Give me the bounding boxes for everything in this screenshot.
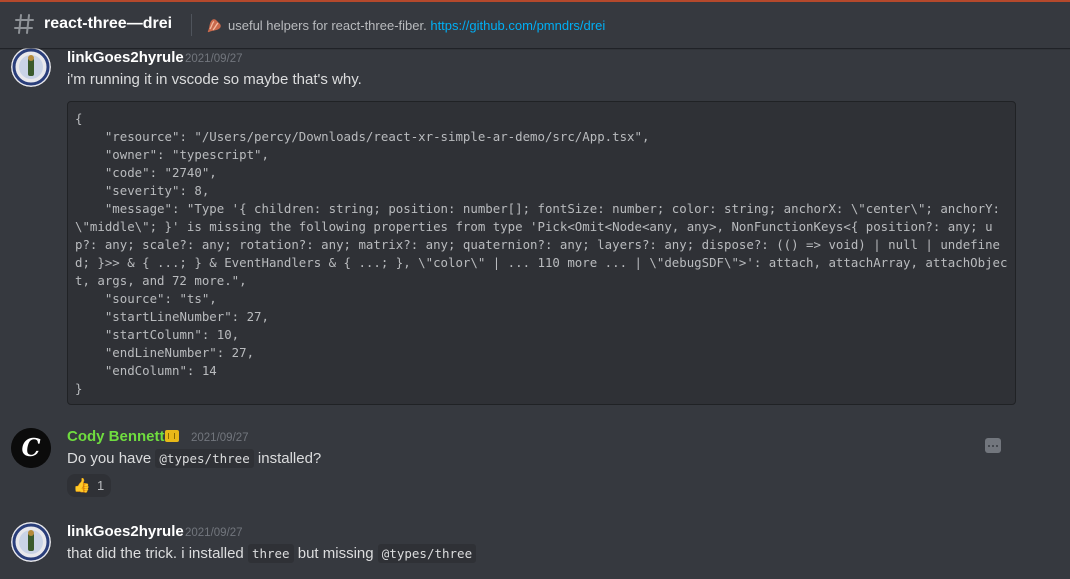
topic-text: useful helpers for react-three-fiber.	[228, 18, 427, 33]
topic-link[interactable]: https://github.com/pmndrs/drei	[430, 18, 605, 33]
inline-code: three	[247, 544, 294, 563]
svg-text:C: C	[21, 433, 40, 462]
reaction-thumbs-up[interactable]: 👍 1	[67, 474, 111, 497]
text-segment: installed?	[257, 450, 322, 467]
seal-avatar-icon	[11, 522, 51, 562]
avatar[interactable]: C	[11, 428, 51, 468]
thumbs-up-icon: 👍	[73, 477, 91, 493]
reaction-count: 1	[97, 478, 105, 493]
username[interactable]: linkGoes2hyrule	[67, 523, 184, 540]
username[interactable]: linkGoes2hyrule	[67, 49, 184, 66]
more-options-icon[interactable]	[985, 438, 1001, 453]
channel-name: react-three—drei	[44, 15, 173, 32]
timestamp: 2021/09/27	[191, 432, 249, 444]
avatar[interactable]	[11, 522, 51, 562]
username[interactable]: Cody Bennett	[67, 428, 165, 445]
header-divider	[191, 14, 192, 36]
inline-code: @types/three	[155, 449, 254, 468]
avatar[interactable]	[11, 47, 51, 87]
text-segment: that did the trick. i installed	[67, 545, 244, 562]
channel-hash-icon	[14, 14, 34, 34]
gothic-t-avatar-icon: C	[11, 428, 51, 468]
message-text: i'm running it in vscode so maybe that's…	[67, 71, 362, 88]
seal-avatar-icon	[11, 47, 51, 87]
text-segment: but missing	[297, 545, 374, 562]
bacon-emoji-icon	[207, 19, 221, 33]
timestamp: 2021/09/27	[185, 527, 243, 539]
message-text: that did the trick. i installed three bu…	[67, 544, 477, 563]
message-text: Do you have @types/three installed?	[67, 449, 322, 468]
channel-header: react-three—drei useful helpers for reac…	[0, 0, 1070, 48]
gold-badge-icon	[165, 430, 179, 442]
text-segment: Do you have	[67, 450, 152, 467]
code-block-content: { "resource": "/Users/percy/Downloads/re…	[75, 111, 1008, 396]
timestamp: 2021/09/27	[185, 53, 243, 65]
inline-code: @types/three	[377, 544, 477, 563]
channel-topic: useful helpers for react-three-fiber. ht…	[228, 18, 605, 33]
code-block: { "resource": "/Users/percy/Downloads/re…	[67, 101, 1016, 405]
